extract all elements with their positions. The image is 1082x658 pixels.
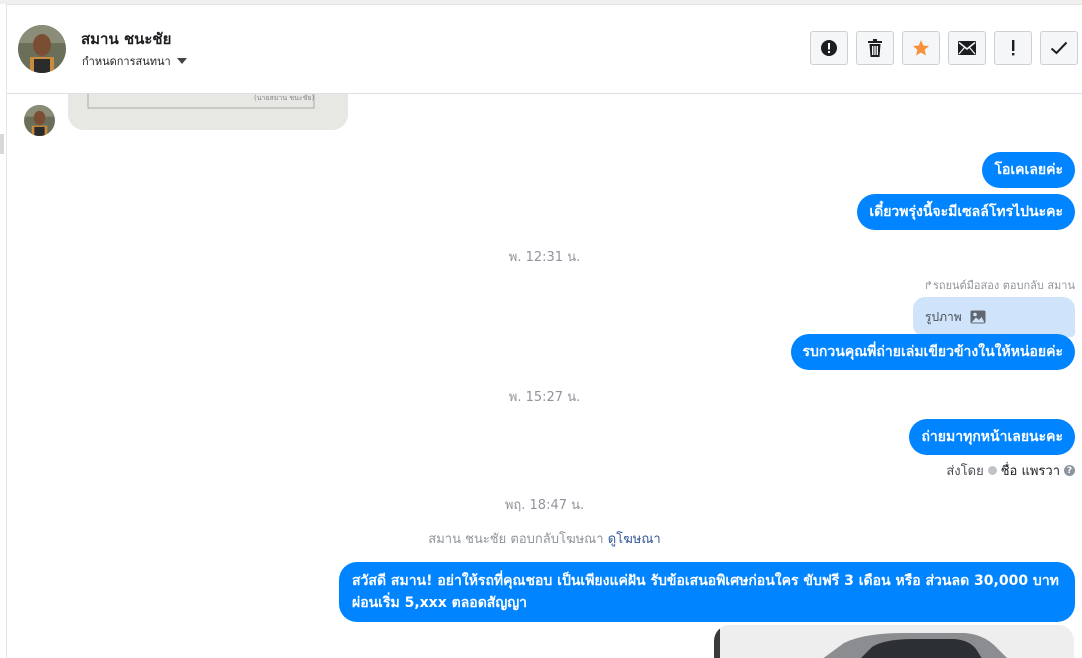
contact-avatar-small[interactable] <box>24 105 55 136</box>
exclamation-icon <box>1012 40 1015 56</box>
message-thread[interactable]: (นายสมาน ชนะชัย) โอเคเลยค่ะ เดี๋ยวพรุ่งน… <box>7 94 1082 658</box>
reply-context-label: ↱รถยนต์มือสอง ตอบกลับ สมาน <box>924 276 1075 294</box>
help-icon[interactable]: ? <box>1064 465 1075 476</box>
message-bubble-outgoing[interactable]: สวัสดี สมาน! อย่าให้รถที่คุณชอบ เป็นเพีย… <box>339 562 1075 622</box>
timestamp: พ. 12:31 น. <box>508 250 581 265</box>
mark-spam-button[interactable] <box>810 31 848 65</box>
previous-photo-attachment[interactable]: (นายสมาน ชนะชัย) <box>68 94 348 130</box>
timestamp: พ. 15:27 น. <box>508 390 581 405</box>
delete-button[interactable] <box>856 31 894 65</box>
verified-dot-icon <box>987 466 997 475</box>
header-action-toolbar <box>810 31 1078 65</box>
contact-name[interactable]: สมาน ชนะชัย <box>81 27 171 51</box>
sent-by-label: ส่งโดย ชื่อ แพรวา ? <box>946 460 1075 481</box>
message-bubble-outgoing[interactable]: ถ่ายมาทุกหน้าเลยนะคะ <box>909 419 1075 455</box>
message-bubble-outgoing[interactable]: รบกวนคุณพี่ถ่ายเล่มเขียวข้างในให้หน่อยค่… <box>790 334 1075 370</box>
svg-text:(นายสมาน ชนะชัย): (นายสมาน ชนะชัย) <box>254 94 315 102</box>
conversation-header: สมาน ชนะชัย กำหนดการสนทนา <box>7 5 1082 94</box>
caret-down-icon <box>176 58 187 64</box>
sent-by-prefix: ส่งโดย <box>946 464 984 479</box>
envelope-icon <box>958 41 976 55</box>
image-icon <box>970 310 986 324</box>
replied-message-preview[interactable]: รูปภาพ <box>913 297 1075 337</box>
scroll-marker <box>0 134 4 154</box>
conversation-schedule-dropdown[interactable]: กำหนดการสนทนา <box>82 52 187 70</box>
important-button[interactable] <box>994 31 1032 65</box>
view-ad-link[interactable]: ดูโฆษณา <box>608 532 661 547</box>
ad-reply-notice: สมาน ชนะชัย ตอบกลับโฆษณา ดูโฆษณา <box>7 528 1082 549</box>
mark-done-button[interactable] <box>1040 31 1078 65</box>
car-photo-attachment[interactable] <box>714 625 1074 658</box>
trash-icon <box>868 39 882 57</box>
sender-name: ชื่อ แพรวา <box>1000 464 1060 479</box>
message-bubble-outgoing[interactable]: เดี๋ยวพรุ่งนี้จะมีเซลล์โทรไปนะคะ <box>857 194 1075 230</box>
conversation-schedule-label: กำหนดการสนทนา <box>82 55 171 68</box>
reply-context-text: รถยนต์มือสอง ตอบกลับ สมาน <box>933 279 1075 292</box>
contact-avatar[interactable] <box>18 25 66 73</box>
left-sidebar-edge <box>0 4 7 658</box>
checkmark-icon <box>1050 41 1068 55</box>
timestamp: พฤ. 18:47 น. <box>504 498 585 513</box>
exclamation-circle-icon <box>821 40 837 56</box>
star-button[interactable] <box>902 31 940 65</box>
reply-arrow-icon: ↱ <box>923 279 933 292</box>
replied-message-label: รูปภาพ <box>925 309 962 324</box>
star-icon <box>912 40 930 56</box>
message-bubble-outgoing[interactable]: โอเคเลยค่ะ <box>982 152 1075 188</box>
mark-unread-button[interactable] <box>948 31 986 65</box>
ad-reply-text: สมาน ชนะชัย ตอบกลับโฆษณา <box>428 532 604 547</box>
